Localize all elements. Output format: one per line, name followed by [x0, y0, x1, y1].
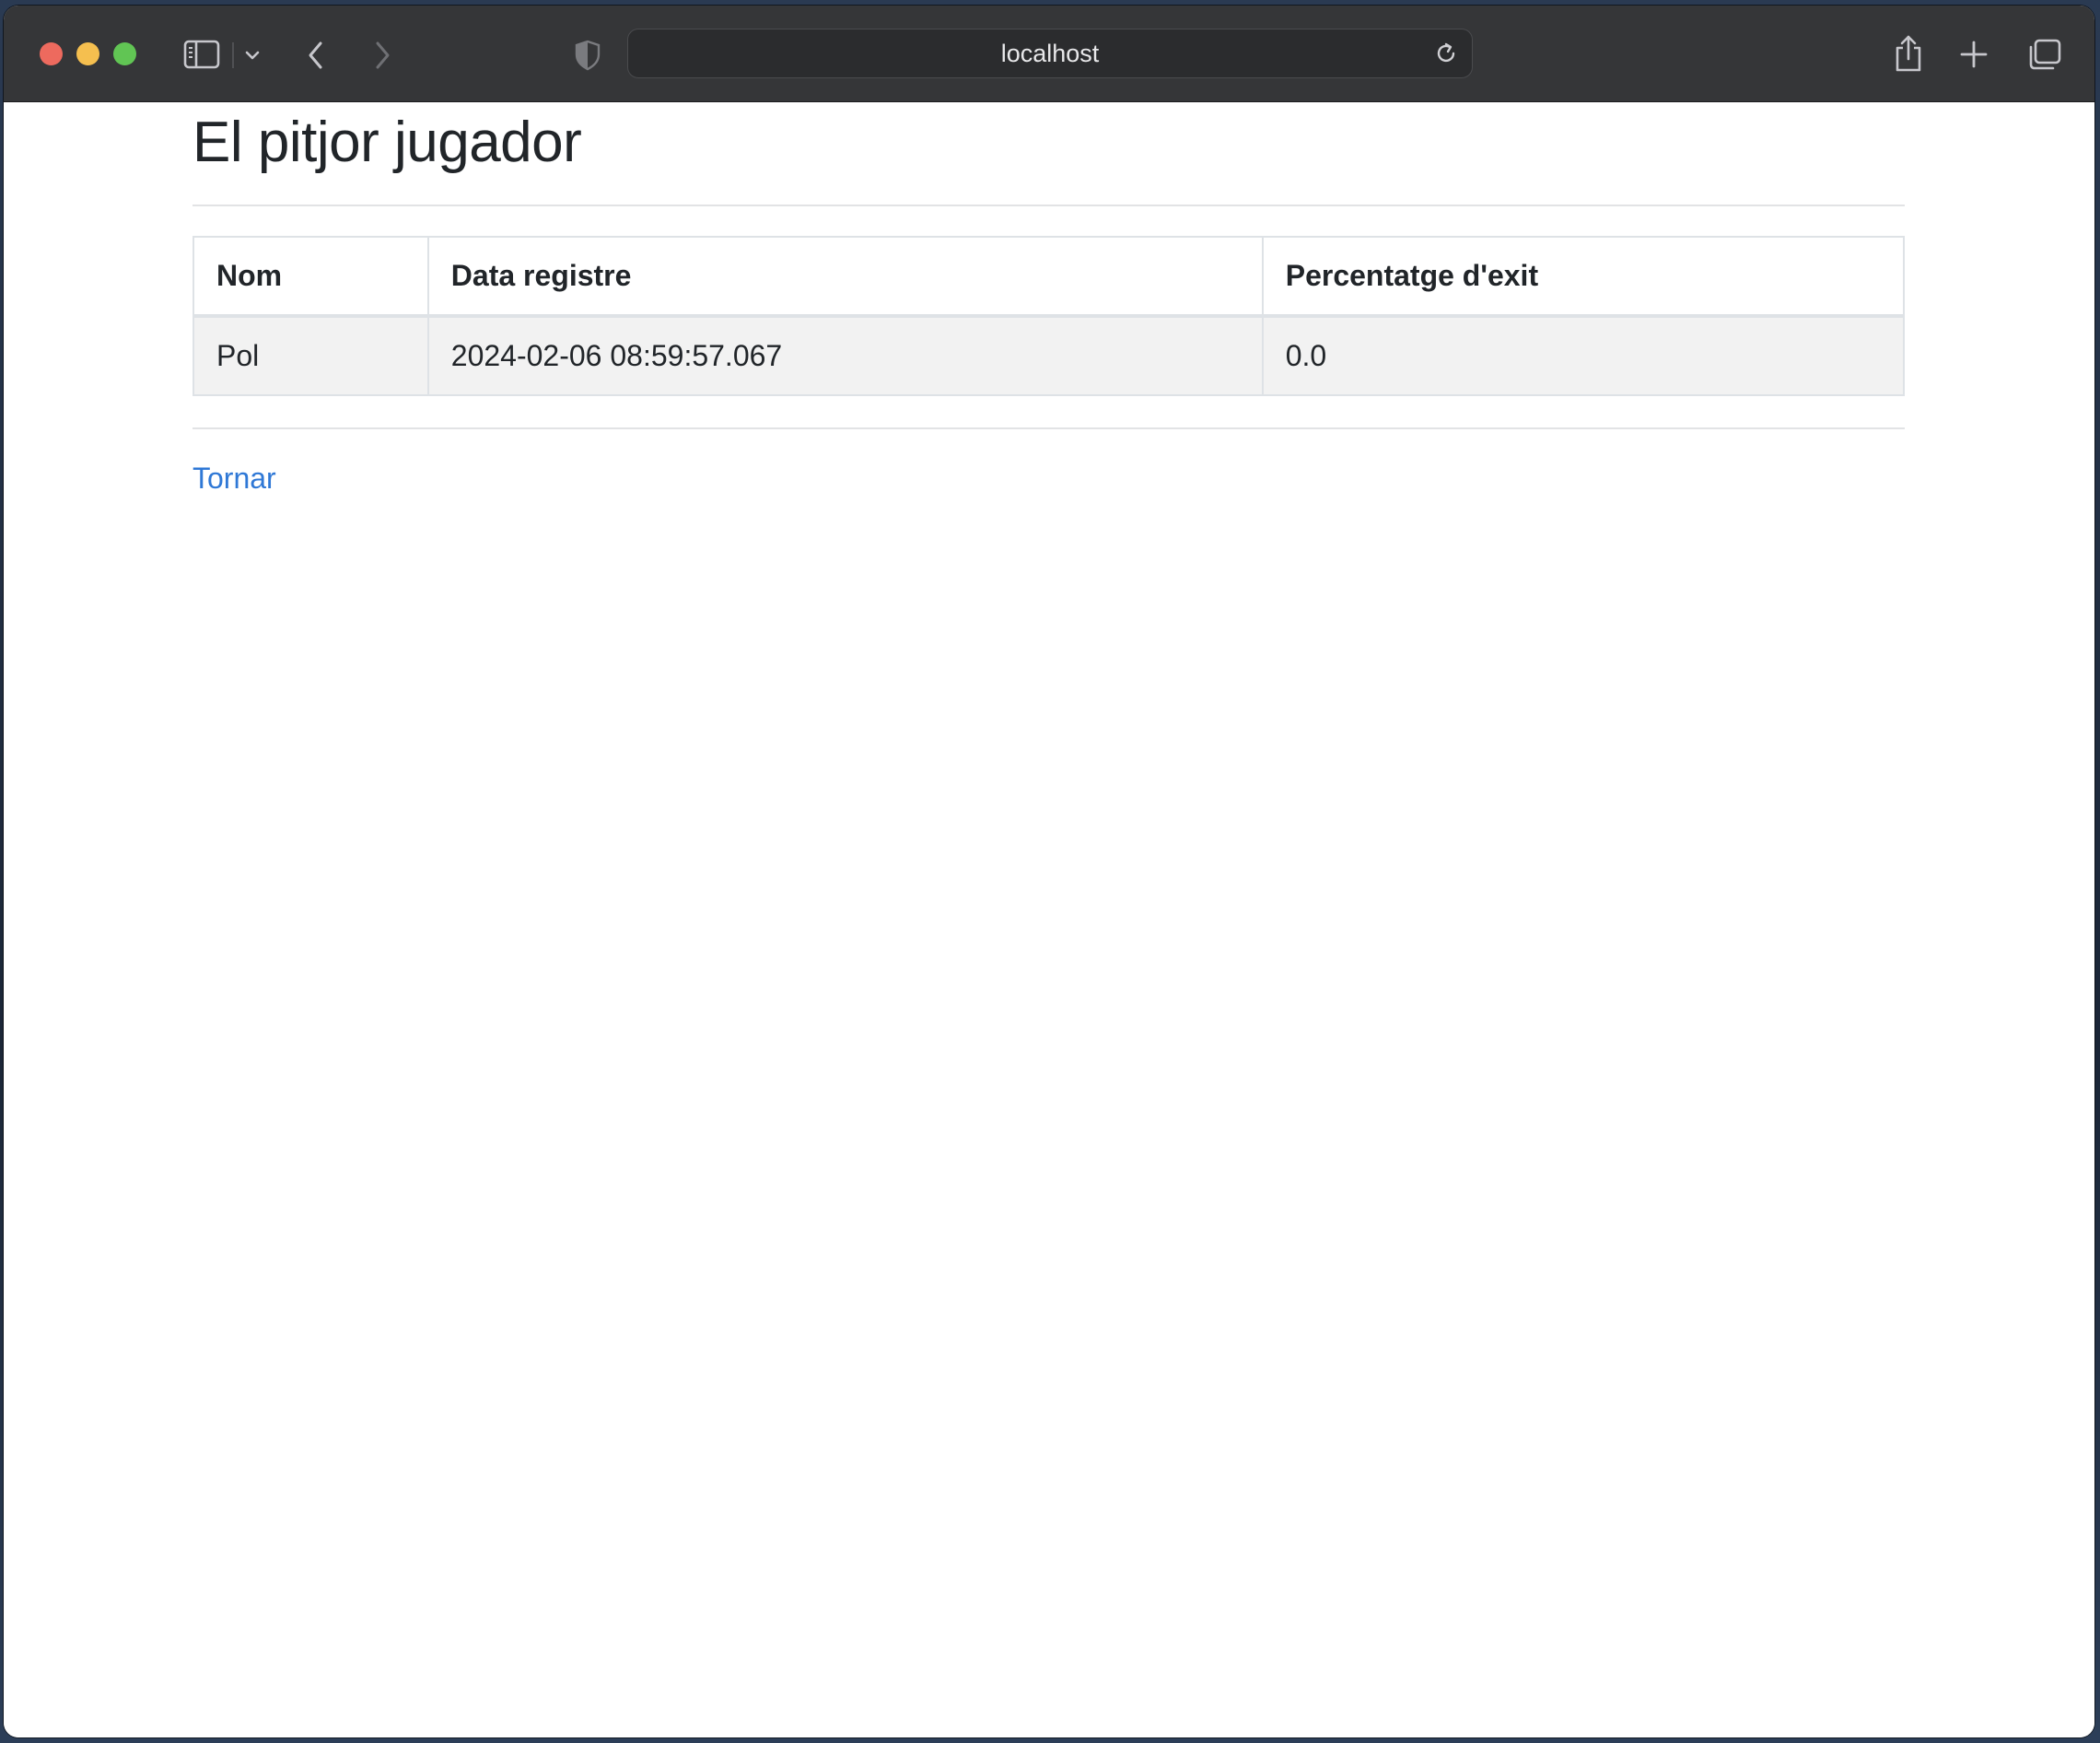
cell-data-registre: 2024-02-06 08:59:57.067 [426, 315, 1264, 396]
table-header-row: Nom Data registre Percentatge d'exit [192, 236, 1906, 318]
page-title: El pitjor jugador [192, 111, 582, 174]
reload-icon[interactable] [1433, 41, 1459, 66]
browser-toolbar: localhost [4, 6, 2094, 102]
browser-window: localhost El pitjor jugador Nom Data reg… [4, 6, 2094, 1737]
close-window-button[interactable] [40, 42, 63, 65]
tabs-icon[interactable] [2026, 37, 2063, 72]
chevron-right-icon[interactable] [367, 39, 398, 72]
share-icon[interactable] [1892, 33, 1925, 74]
chevron-left-icon[interactable] [300, 39, 332, 72]
address-text: localhost [1000, 39, 1100, 67]
column-header-percentatge: Percentatge d'exit [1261, 236, 1906, 318]
chevron-down-icon[interactable] [241, 44, 263, 66]
toolbar-divider [232, 42, 234, 68]
table-row: Pol 2024-02-06 08:59:57.067 0.0 [192, 315, 1906, 396]
plus-icon[interactable] [1958, 39, 1989, 70]
shield-icon[interactable] [572, 39, 603, 72]
back-link[interactable]: Tornar [192, 462, 276, 496]
column-header-nom: Nom [192, 236, 429, 318]
top-divider [192, 205, 1905, 206]
column-header-data-registre: Data registre [426, 236, 1264, 318]
page-content: El pitjor jugador Nom Data registre Perc… [4, 102, 2094, 1737]
cell-percentatge: 0.0 [1261, 315, 1906, 396]
bottom-divider [192, 427, 1905, 429]
address-bar[interactable]: localhost [627, 29, 1473, 78]
maximize-window-button[interactable] [113, 42, 136, 65]
cell-nom: Pol [192, 315, 429, 396]
players-table: Nom Data registre Percentatge d'exit Pol… [192, 236, 1906, 396]
minimize-window-button[interactable] [76, 42, 99, 65]
sidebar-icon[interactable] [182, 39, 221, 70]
